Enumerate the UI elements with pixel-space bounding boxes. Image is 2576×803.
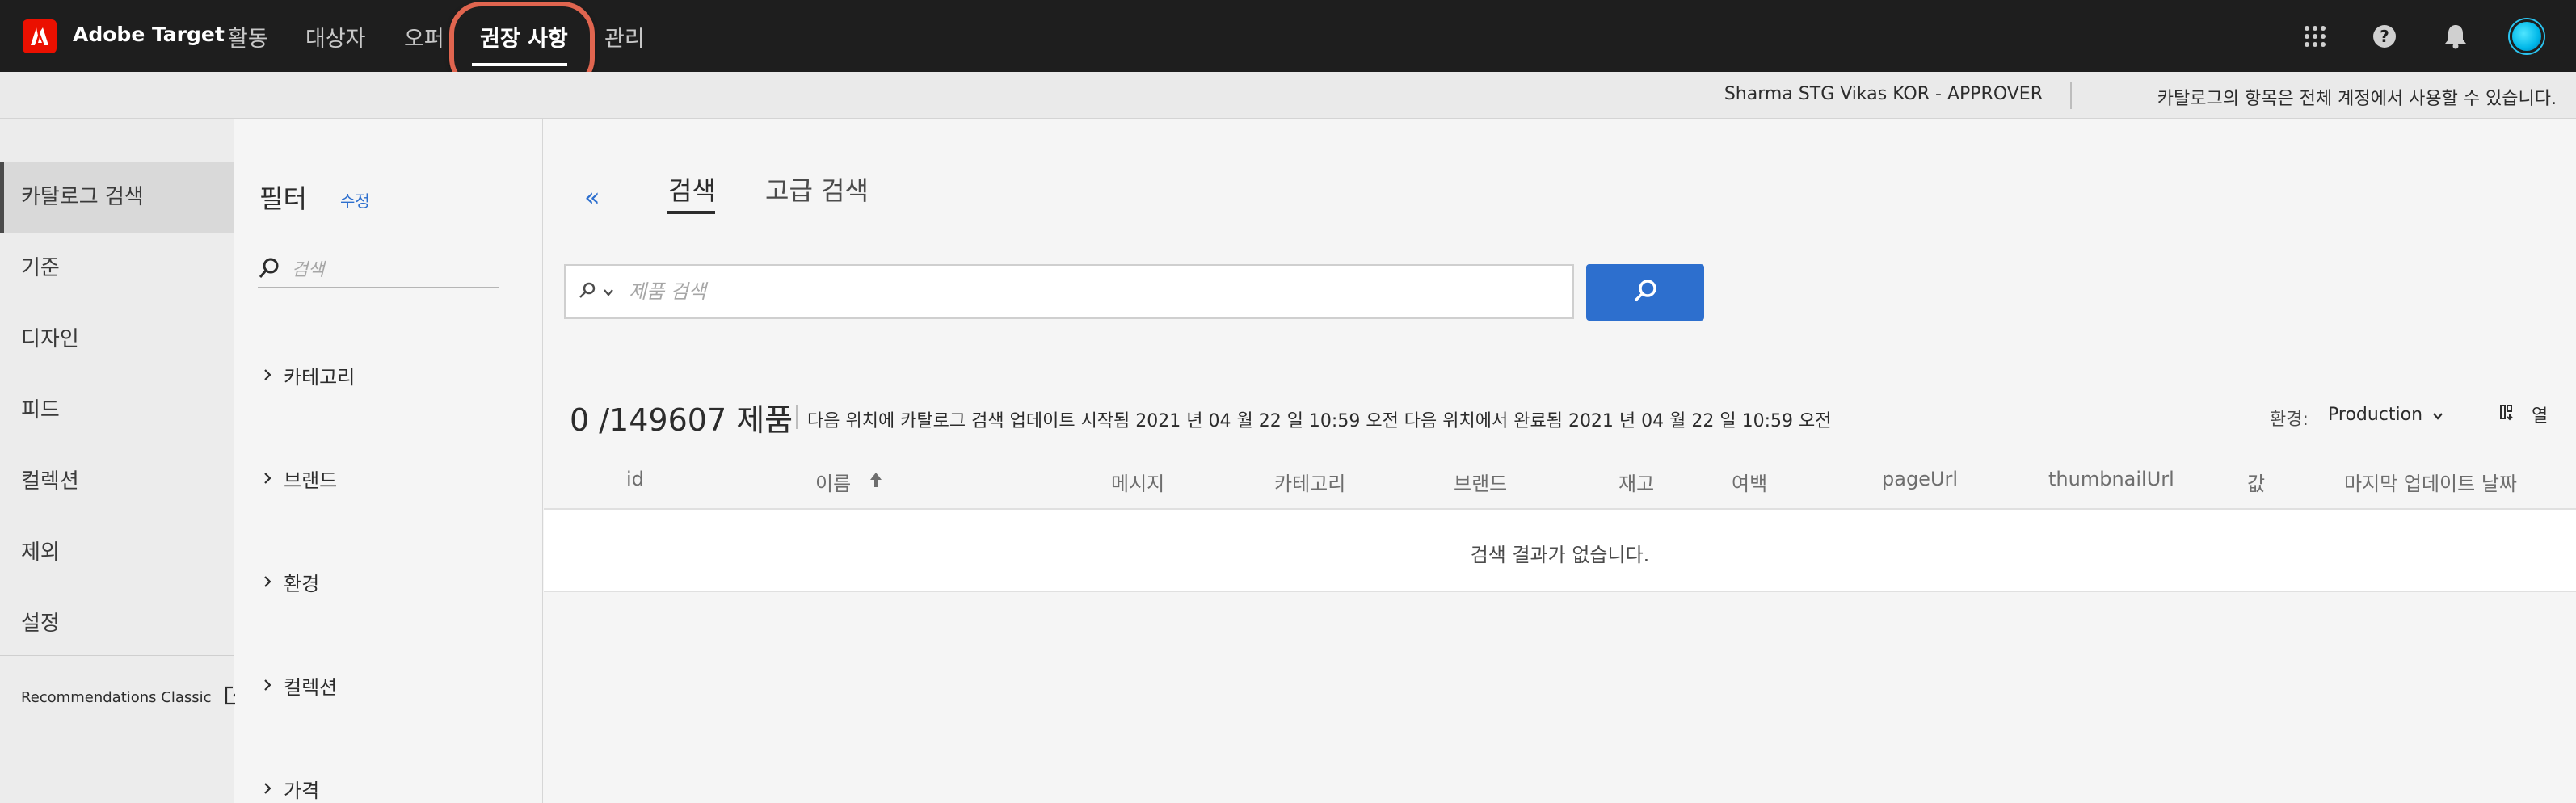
nav-activities[interactable]: 활동	[228, 21, 268, 53]
facet-brand[interactable]: 브랜드	[263, 465, 337, 493]
sidebar-item-criteria[interactable]: 기준	[0, 233, 234, 304]
column-header-message[interactable]: 메시지	[1111, 468, 1164, 496]
tab-search[interactable]: 검색	[668, 170, 716, 208]
recommendations-classic-link[interactable]: Recommendations Classic	[21, 684, 246, 711]
subbar-divider	[2070, 82, 2072, 109]
adobe-logo-icon[interactable]	[23, 19, 57, 53]
columns-label: 열	[2532, 406, 2549, 427]
nav-administration[interactable]: 관리	[604, 21, 645, 53]
chevron-right-icon	[263, 778, 272, 801]
column-header-category[interactable]: 카테고리	[1274, 468, 1345, 496]
chevron-right-icon	[263, 675, 272, 697]
recommendations-classic-label: Recommendations Classic	[21, 689, 212, 706]
search-scope-dropdown[interactable]	[579, 281, 614, 302]
column-header-name[interactable]: 이름	[815, 468, 883, 496]
top-bar: Adobe Target 활동 대상자 오퍼 권장 사항 관리 ?	[0, 0, 2576, 90]
sidebar-item-exclusions[interactable]: 제외	[0, 517, 234, 588]
left-sidebar: 카탈로그 검색 기준 디자인 피드 컬렉션 제외 설정 Recommendati…	[0, 119, 245, 803]
column-header-thumbnailurl[interactable]: thumbnailUrl	[2048, 468, 2174, 490]
columns-icon	[2499, 403, 2517, 426]
empty-results-message: 검색 결과가 없습니다.	[1470, 544, 1650, 566]
environment-label: 환경:	[2270, 410, 2309, 430]
product-search-input[interactable]	[629, 280, 1517, 303]
chevron-down-icon	[2432, 405, 2443, 425]
user-account-label[interactable]: Sharma STG Vikas KOR - APPROVER	[1724, 84, 2043, 104]
facet-brand-label: 브랜드	[284, 469, 338, 492]
account-bar: Sharma STG Vikas KOR - APPROVER 카탈로그의 항목…	[0, 72, 2576, 119]
facet-collection-label: 컬렉션	[284, 676, 338, 699]
column-header-pageurl[interactable]: pageUrl	[1882, 468, 1958, 490]
collapse-filters-button[interactable]: «	[584, 182, 600, 212]
nav-offers[interactable]: 오퍼	[404, 21, 444, 53]
app-name[interactable]: Adobe Target	[73, 23, 225, 46]
table-body: 검색 결과가 없습니다.	[544, 508, 2576, 592]
chevron-right-icon	[263, 468, 272, 490]
facet-environment-label: 환경	[284, 573, 320, 595]
column-header-last-updated[interactable]: 마지막 업데이트 날짜	[2344, 468, 2517, 496]
search-icon	[1631, 277, 1659, 308]
column-header-inventory[interactable]: 재고	[1618, 468, 1654, 496]
main-content: « 검색 고급 검색 0 /149607 제품 다음 위치에 카탈로그 검색 업…	[544, 119, 2576, 803]
column-header-name-label: 이름	[815, 473, 852, 495]
result-count: 0 /149607 제품	[570, 402, 793, 438]
facet-collection[interactable]: 컬렉션	[263, 671, 337, 700]
sidebar-item-catalog-search[interactable]: 카탈로그 검색	[0, 162, 234, 233]
facet-category-label: 카테고리	[284, 366, 356, 389]
bell-icon[interactable]	[2440, 21, 2471, 52]
table-header: id 이름 메시지 카테고리 브랜드 재고 여백 pageUrl thumbna…	[544, 458, 2576, 500]
column-header-id[interactable]: id	[626, 468, 644, 490]
facet-environment[interactable]: 환경	[263, 568, 319, 596]
help-icon[interactable]: ?	[2369, 21, 2400, 52]
product-search-box	[564, 264, 1574, 319]
sidebar-item-settings[interactable]: 설정	[0, 588, 234, 659]
index-update-status: 다음 위치에 카탈로그 검색 업데이트 시작됨 2021 년 04 월 22 일…	[807, 411, 1832, 431]
active-tab-underline	[667, 211, 715, 214]
facet-price-label: 가격	[284, 780, 320, 802]
filter-edit-link[interactable]: 수정	[340, 188, 370, 212]
filter-search	[258, 253, 499, 288]
chevron-right-icon	[263, 571, 272, 594]
column-header-value[interactable]: 값	[2247, 468, 2265, 496]
chevron-down-icon	[603, 284, 614, 300]
svg-text:?: ?	[2380, 27, 2389, 46]
sidebar-item-feeds[interactable]: 피드	[0, 375, 234, 446]
avatar[interactable]	[2510, 19, 2544, 53]
environment-select[interactable]: Production	[2328, 405, 2443, 425]
tab-advanced-search[interactable]: 고급 검색	[765, 170, 869, 208]
nav-audiences[interactable]: 대상자	[305, 21, 366, 53]
environment-value: Production	[2328, 405, 2423, 425]
catalog-availability-note: 카탈로그의 항목은 전체 계정에서 사용할 수 있습니다.	[2157, 89, 2557, 109]
filter-search-input[interactable]	[292, 259, 478, 280]
sort-up-icon	[869, 471, 883, 494]
sidebar-divider	[0, 655, 234, 656]
apps-grid-icon[interactable]	[2300, 21, 2330, 52]
search-button[interactable]	[1586, 264, 1704, 321]
facet-price[interactable]: 가격	[263, 775, 319, 803]
columns-button[interactable]: 열	[2499, 402, 2548, 427]
sidebar-item-collections[interactable]: 컬렉션	[0, 446, 234, 517]
filter-panel: 필터 수정 카테고리 브랜드 환경 컬렉션 가격	[235, 119, 543, 803]
count-divider	[796, 405, 798, 429]
sidebar-item-designs[interactable]: 디자인	[0, 304, 234, 375]
search-icon	[258, 257, 280, 283]
facet-category[interactable]: 카테고리	[263, 361, 355, 389]
chevron-right-icon	[263, 364, 272, 387]
search-icon	[579, 281, 596, 302]
column-header-brand[interactable]: 브랜드	[1454, 468, 1507, 496]
filter-title: 필터	[259, 183, 307, 214]
column-header-margin[interactable]: 여백	[1732, 468, 1767, 496]
